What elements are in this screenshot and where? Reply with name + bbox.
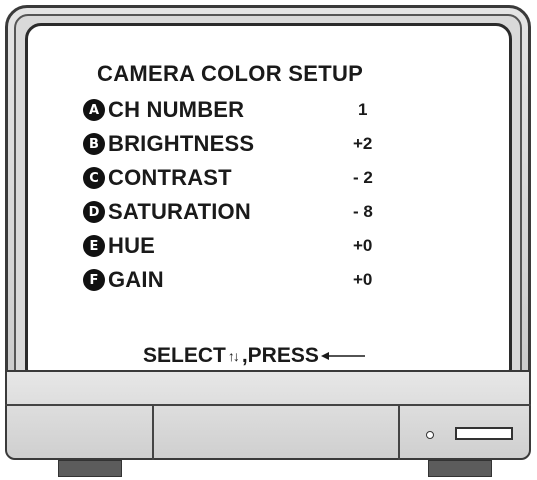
menu-item-hue[interactable]: E HUE +0: [83, 232, 372, 260]
letter-c-icon: C: [83, 167, 105, 189]
monitor-foot-left: [58, 460, 122, 477]
base-divider: [5, 404, 531, 406]
menu-item-label: GAIN: [108, 267, 164, 292]
menu-item-contrast[interactable]: C CONTRAST - 2: [83, 164, 373, 192]
monitor-foot-right: [428, 460, 492, 477]
letter-e-icon: E: [83, 235, 105, 257]
menu-item-ch-number[interactable]: A CH NUMBER 1: [83, 96, 367, 124]
monitor-base: [5, 370, 531, 460]
menu-item-gain[interactable]: F GAIN +0: [83, 266, 372, 294]
menu-item-label: CONTRAST: [108, 165, 232, 190]
power-led-icon: [426, 431, 434, 439]
menu-item-label: CH NUMBER: [108, 97, 245, 122]
menu-item-value: 1: [358, 100, 368, 119]
letter-f-icon: F: [83, 269, 105, 291]
menu-item-label: BRIGHTNESS: [108, 131, 255, 156]
up-down-arrows-icon: ↑↓: [227, 348, 240, 364]
panel-divider: [398, 406, 400, 460]
menu-item-value: +0: [353, 236, 373, 255]
letter-a-icon: A: [83, 99, 105, 121]
page-title: CAMERA COLOR SETUP: [97, 61, 364, 86]
footer-instructions: SELECT ↑↓ ,PRESS: [143, 344, 367, 368]
letter-d-icon: D: [83, 201, 105, 223]
menu-item-value: +0: [353, 270, 373, 289]
menu-item-value: +2: [353, 134, 373, 153]
front-slot: [455, 427, 513, 440]
panel-divider: [152, 406, 154, 460]
select-label: SELECT: [143, 344, 226, 367]
enter-arrow-icon: [320, 344, 367, 368]
letter-b-icon: B: [83, 133, 105, 155]
osd-screen: CAMERA COLOR SETUP A CH NUMBER 1 B BRIGH…: [25, 23, 512, 385]
menu-item-value: - 8: [353, 202, 373, 221]
menu-item-value: - 2: [353, 168, 373, 187]
menu-item-saturation[interactable]: D SATURATION - 8: [83, 198, 373, 226]
menu-item-brightness[interactable]: B BRIGHTNESS +2: [83, 130, 372, 158]
menu-item-label: SATURATION: [108, 199, 251, 224]
menu-item-label: HUE: [108, 233, 156, 258]
press-label: ,PRESS: [241, 344, 319, 367]
